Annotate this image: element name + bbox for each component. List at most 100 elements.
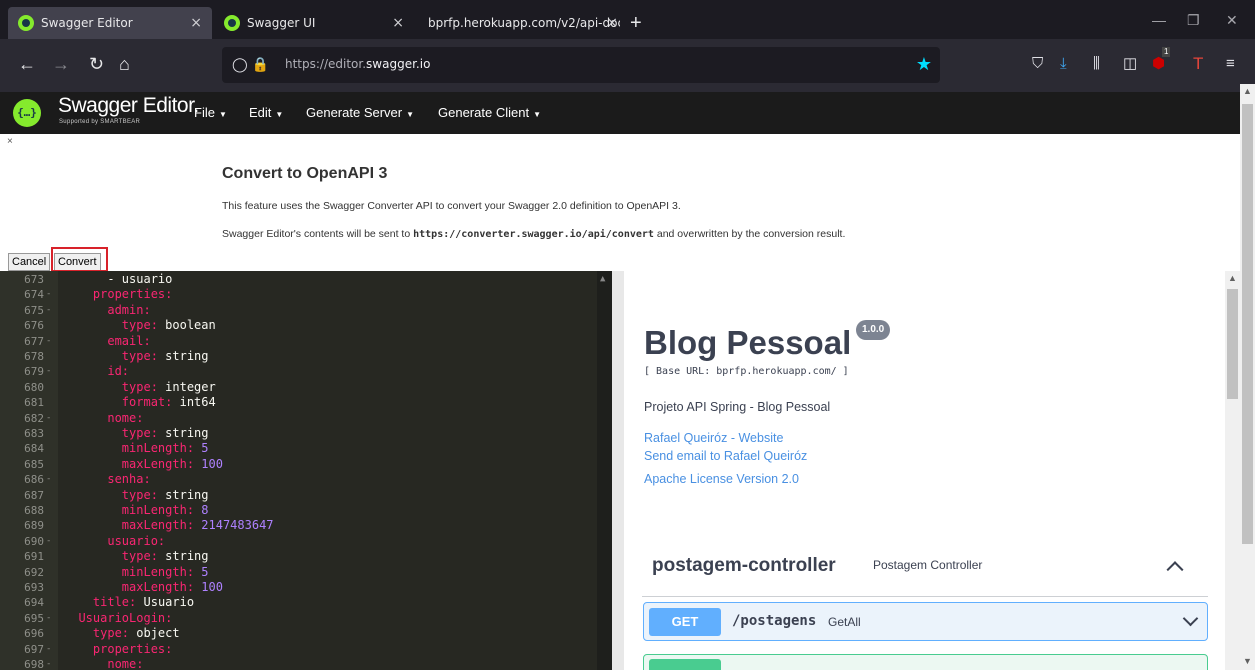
code-text: id: [107,364,130,379]
api-title: Blog Pessoal [644,324,852,361]
code-text: type: string [121,426,209,440]
swagger-logo-text: Swagger Editor. [58,94,199,117]
menu-generate-client[interactable]: Generate Client ▼ [438,105,541,120]
code-text: type: string [121,549,209,564]
tag-title[interactable]: postagem-controller [652,555,836,577]
tab-swagger-ui[interactable]: Swagger UI × [214,7,414,39]
scroll-up-icon[interactable]: ▲ [600,274,605,284]
bookmark-star-icon[interactable]: ★ [916,54,932,75]
close-tab-icon[interactable]: × [392,15,404,31]
version-badge: 1.0.0 [856,320,891,340]
code-text: maxLength: 100 [121,456,223,471]
divider [642,596,1208,597]
cancel-button[interactable]: Cancel [8,253,51,271]
reload-icon[interactable]: ↻ [89,54,104,74]
ublock-icon[interactable]: ⬢ [1152,56,1165,72]
pane-splitter[interactable] [612,271,624,670]
home-icon[interactable]: ⌂ [119,54,130,74]
line-number: 674 [24,288,44,302]
code-text: format: int64 [121,395,216,410]
tab-api-docs[interactable]: bprfp.herokuapp.com/v2/api-docs × [418,7,620,39]
line-number: 676 [24,319,44,333]
tab-swagger-editor[interactable]: Swagger Editor × [8,7,212,39]
sidebar-icon[interactable]: ◫ [1123,56,1137,72]
menu-file[interactable]: File ▼ [194,105,227,120]
code-text: type: boolean [121,318,216,333]
preview-scroll-thumb[interactable] [1227,289,1238,399]
line-number: 682 [24,411,44,425]
fold-toggle-icon[interactable]: - [46,472,51,487]
menu-generate-server[interactable]: Generate Server ▼ [306,105,414,120]
code-text: type: string [121,349,209,363]
swagger-logo-sub: Supported by SMARTBEAR [59,119,141,125]
fold-toggle-icon[interactable]: - [46,287,51,302]
scroll-up-icon[interactable]: ▲ [1243,86,1252,96]
line-number: 692 [24,565,44,579]
line-number: 679 [24,365,44,379]
modal-close-icon[interactable]: × [7,136,13,147]
fold-toggle-icon[interactable]: - [46,611,51,626]
close-window-icon[interactable]: ✕ [1226,12,1238,29]
page-scrollbar[interactable]: ▲ ▼ [1240,84,1255,670]
lock-icon[interactable]: ◯ 🔒 [232,56,269,73]
fold-toggle-icon[interactable]: - [46,534,51,549]
chevron-up-icon[interactable] [1166,561,1184,579]
menu-edit[interactable]: Edit ▼ [249,105,283,120]
forward-icon[interactable]: → [52,54,70,74]
fold-toggle-icon[interactable]: - [46,411,51,426]
swagger-favicon-icon [224,15,240,31]
operation-post[interactable] [643,654,1208,670]
url-text: https://editor.swagger.io [285,57,431,71]
scroll-up-icon[interactable]: ▲ [1228,273,1237,283]
extension-t-icon[interactable]: T [1193,55,1203,72]
line-number: 686 [24,473,44,487]
line-number: 680 [24,380,44,394]
fold-toggle-icon[interactable]: - [46,303,51,318]
library-icon[interactable]: ⫼ [1093,56,1100,72]
caret-down-icon: ▼ [406,110,415,119]
chevron-down-icon[interactable] [1182,610,1199,627]
link-email[interactable]: Send email to Rafael Queiróz [644,449,807,463]
operation-get-postagens[interactable]: GET /postagens GetAll [643,602,1208,641]
menu-icon[interactable]: ≡ [1226,56,1235,72]
minimize-icon[interactable]: — [1152,12,1166,28]
line-number: 684 [24,442,44,456]
code-text: minLength: 8 [121,503,209,517]
fold-toggle-icon[interactable]: - [46,642,51,657]
link-license[interactable]: Apache License Version 2.0 [644,472,799,486]
method-badge: GET [649,608,721,636]
address-bar[interactable]: ◯ 🔒 https://editor.swagger.io ★ [222,47,940,83]
tab-title: Swagger UI [247,16,316,30]
fold-toggle-icon[interactable]: - [46,657,51,670]
line-number: 685 [24,457,44,471]
link-website[interactable]: Rafael Queiróz - Website [644,431,783,445]
close-tab-icon[interactable]: × [190,15,202,31]
line-number: 697 [24,642,44,656]
pocket-icon[interactable]: ⛉ [1032,56,1043,72]
line-number: 694 [24,596,44,610]
fold-toggle-icon[interactable]: - [46,364,51,379]
api-description: Projeto API Spring - Blog Pessoal [644,400,831,414]
line-number: 678 [24,350,44,363]
download-icon[interactable]: ⤓ [1060,56,1067,72]
restore-icon[interactable]: ❐ [1187,12,1200,29]
tab-title: bprfp.herokuapp.com/v2/api-docs [428,16,620,30]
code-text: senha: [107,472,151,487]
line-number: 695 [24,611,44,625]
code-text: nome: [107,410,144,425]
caret-down-icon: ▼ [218,110,227,119]
back-icon[interactable]: ← [18,54,36,74]
browser-nav-bar: ← → ↻ ⌂ ◯ 🔒 https://editor.swagger.io ★ … [0,39,1255,92]
line-number: 691 [24,550,44,564]
code-editor[interactable]: 673 - usuario 674- properties: 675- admin:… [0,271,612,670]
close-tab-icon[interactable]: × [606,15,618,31]
code-text: admin: [107,302,151,317]
new-tab-button[interactable]: + [630,13,642,33]
editor-scrollbar[interactable]: ▲ [597,271,612,670]
scroll-down-icon[interactable]: ▼ [1243,656,1252,666]
code-text: nome: [107,657,144,670]
page-scroll-thumb[interactable] [1242,104,1253,544]
fold-toggle-icon[interactable]: - [46,334,51,349]
line-number: 698 [24,658,44,670]
preview-scrollbar[interactable]: ▲ [1225,271,1240,670]
